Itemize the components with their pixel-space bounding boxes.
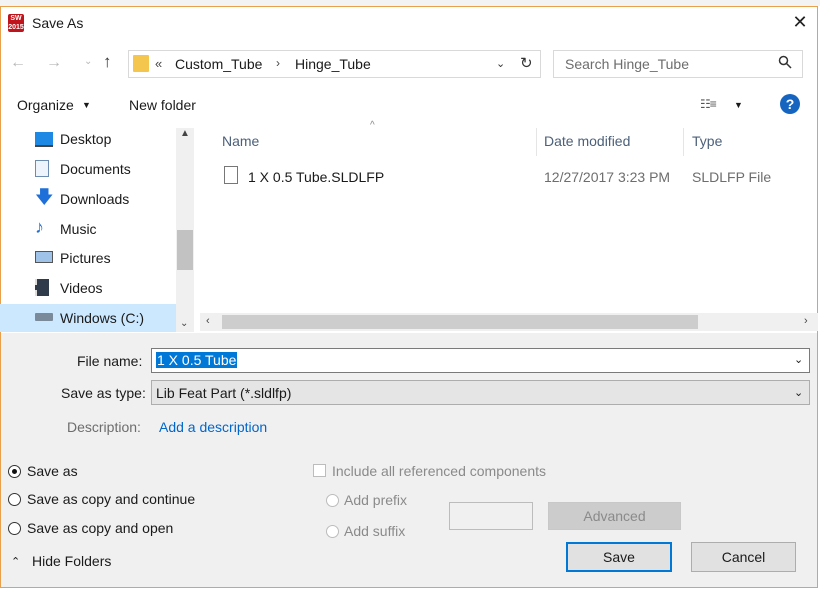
organize-menu[interactable]: Organize bbox=[17, 97, 74, 113]
breadcrumb-item[interactable]: Hinge_Tube bbox=[295, 56, 371, 72]
nav-item-label: Desktop bbox=[60, 131, 112, 147]
prefix-suffix-input[interactable] bbox=[449, 502, 533, 530]
caret-down-icon[interactable]: ▼ bbox=[734, 100, 743, 110]
view-options-icon[interactable]: ☷≡ bbox=[700, 97, 717, 111]
scroll-up-icon[interactable]: ▲ bbox=[180, 128, 190, 139]
add-prefix-label[interactable]: Add prefix bbox=[344, 492, 407, 508]
address-dropdown-button[interactable]: ⌄ bbox=[496, 57, 505, 70]
column-divider[interactable] bbox=[683, 128, 684, 156]
up-folder-button[interactable]: ↑ bbox=[103, 52, 112, 72]
caret-down-icon: ▼ bbox=[82, 100, 91, 110]
arrow-right-icon: → bbox=[46, 54, 62, 71]
file-icon[interactable] bbox=[224, 166, 238, 184]
file-row-date[interactable]: 12/27/2017 3:23 PM bbox=[544, 169, 670, 185]
scroll-left-icon[interactable]: ‹ bbox=[206, 315, 210, 327]
downloads-icon: 🡇 bbox=[35, 187, 54, 207]
music-icon: ♪ bbox=[35, 217, 44, 237]
dialog-title: Save As bbox=[32, 15, 84, 31]
folder-icon bbox=[133, 55, 149, 72]
save-as-copy-open-radio[interactable] bbox=[8, 522, 21, 535]
file-name-dropdown-icon[interactable]: ⌄ bbox=[794, 353, 803, 366]
column-header-date-modified[interactable]: Date modified bbox=[544, 133, 630, 149]
chevron-up-icon[interactable]: ⌃ bbox=[11, 555, 20, 568]
save-as-copy-continue-label[interactable]: Save as copy and continue bbox=[27, 491, 195, 507]
chevron-down-icon: ⌄ bbox=[84, 56, 93, 67]
breadcrumb-overflow[interactable]: « bbox=[155, 56, 162, 71]
close-icon: ✕ bbox=[792, 12, 808, 32]
save-button[interactable]: Save bbox=[566, 542, 672, 572]
arrow-up-icon: ↑ bbox=[103, 52, 112, 71]
pictures-icon bbox=[35, 251, 53, 263]
chevron-down-icon: ⌄ bbox=[496, 58, 506, 70]
add-suffix-radio[interactable] bbox=[326, 525, 339, 538]
refresh-button[interactable]: ↻ bbox=[520, 54, 533, 72]
save-as-copy-continue-radio[interactable] bbox=[8, 493, 21, 506]
close-button[interactable]: ✕ bbox=[788, 10, 812, 34]
hscrollbar-thumb[interactable] bbox=[222, 315, 698, 329]
file-row-type[interactable]: SLDLFP File bbox=[692, 169, 771, 185]
save-as-radio[interactable] bbox=[8, 465, 21, 478]
description-label: Description: bbox=[67, 419, 141, 435]
save-as-type-dropdown-icon[interactable]: ⌄ bbox=[794, 386, 803, 399]
cancel-button[interactable]: Cancel bbox=[691, 542, 796, 572]
drive-icon bbox=[35, 313, 53, 321]
search-placeholder: Search Hinge_Tube bbox=[565, 56, 690, 72]
scroll-right-icon[interactable]: › bbox=[804, 315, 808, 327]
help-button[interactable]: ? bbox=[780, 94, 800, 114]
refresh-icon: ↻ bbox=[520, 55, 533, 72]
scroll-down-icon[interactable]: ⌄ bbox=[180, 318, 188, 329]
app-icon: SW 2015 bbox=[8, 14, 24, 32]
save-as-type-label: Save as type: bbox=[61, 385, 146, 401]
recent-locations-button[interactable]: ⌄ bbox=[84, 56, 92, 67]
include-referenced-checkbox[interactable] bbox=[313, 464, 326, 477]
new-folder-button[interactable]: New folder bbox=[129, 97, 196, 113]
search-icon[interactable] bbox=[778, 55, 792, 72]
save-as-type-value[interactable]: Lib Feat Part (*.sldlfp) bbox=[156, 385, 291, 401]
save-as-copy-open-label[interactable]: Save as copy and open bbox=[27, 520, 173, 536]
videos-icon bbox=[35, 279, 49, 296]
desktop-icon bbox=[35, 132, 53, 147]
file-name-label: File name: bbox=[77, 353, 143, 369]
forward-button[interactable]: → bbox=[46, 54, 62, 72]
back-button[interactable]: ← bbox=[10, 54, 26, 72]
file-name-field[interactable] bbox=[151, 348, 810, 373]
documents-icon bbox=[35, 160, 49, 177]
breadcrumb-item[interactable]: Custom_Tube bbox=[175, 56, 262, 72]
arrow-left-icon: ← bbox=[10, 54, 26, 71]
column-header-type[interactable]: Type bbox=[692, 133, 722, 149]
file-name-value[interactable]: 1 X 0.5 Tube bbox=[156, 352, 238, 368]
nav-item-label: Pictures bbox=[60, 250, 111, 266]
nav-item-label: Music bbox=[60, 221, 97, 237]
advanced-button[interactable]: Advanced bbox=[548, 502, 681, 530]
nav-scrollbar-thumb[interactable] bbox=[177, 230, 193, 270]
nav-item-label: Videos bbox=[60, 280, 103, 296]
nav-item-label: Downloads bbox=[60, 191, 130, 207]
include-referenced-label[interactable]: Include all referenced components bbox=[332, 463, 546, 479]
add-description-link[interactable]: Add a description bbox=[159, 419, 267, 435]
nav-item-label: Documents bbox=[60, 161, 131, 177]
sort-ascending-icon: ^ bbox=[370, 120, 375, 131]
add-prefix-radio[interactable] bbox=[326, 494, 339, 507]
breadcrumb-separator-icon[interactable]: › bbox=[276, 56, 280, 70]
column-header-name[interactable]: Name bbox=[222, 133, 259, 149]
file-row-name[interactable]: 1 X 0.5 Tube.SLDLFP bbox=[248, 169, 384, 185]
column-divider[interactable] bbox=[536, 128, 537, 156]
nav-item-label: Windows (C:) bbox=[60, 310, 145, 326]
hide-folders-button[interactable]: Hide Folders bbox=[32, 553, 111, 569]
save-as-radio-label[interactable]: Save as bbox=[27, 463, 78, 479]
add-suffix-label[interactable]: Add suffix bbox=[344, 523, 405, 539]
